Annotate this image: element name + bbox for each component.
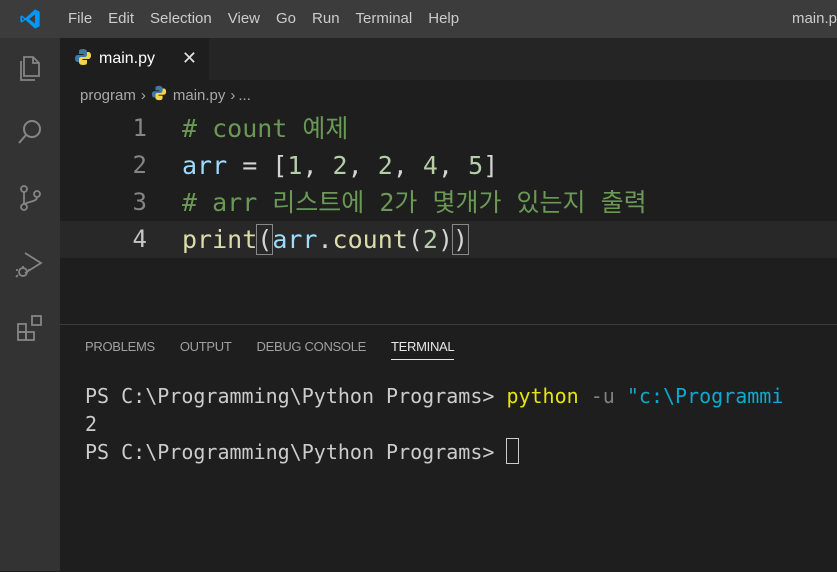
breadcrumb-folder[interactable]: program (80, 87, 136, 104)
code-token: arr (272, 225, 318, 254)
menu-run[interactable]: Run (304, 0, 348, 38)
tab-label: main.py (99, 50, 156, 67)
activity-bar (0, 38, 60, 571)
vscode-logo-icon (0, 0, 60, 38)
explorer-icon[interactable] (0, 38, 60, 98)
menu-view[interactable]: View (220, 0, 268, 38)
bottom-panel: PROBLEMS OUTPUT DEBUG CONSOLE TERMINAL P… (60, 324, 837, 572)
tab-terminal[interactable]: TERMINAL (391, 339, 455, 360)
terminal-line: PS C:\Programming\Python Programs> (85, 438, 783, 466)
code-text[interactable]: arr = [1, 2, 2, 4, 5] (182, 147, 498, 184)
menu-go[interactable]: Go (268, 0, 304, 38)
run-debug-icon[interactable] (0, 234, 60, 294)
line-number: 4 (132, 225, 147, 253)
menu-bar: File Edit Selection View Go Run Terminal… (60, 0, 467, 38)
code-token: arr (182, 151, 228, 180)
code-token: 5 (468, 151, 484, 180)
code-text[interactable]: # count 예제 (182, 110, 348, 147)
close-icon[interactable]: ✕ (182, 48, 197, 68)
search-icon[interactable] (0, 102, 60, 162)
code-token: 2 (332, 151, 348, 180)
terminal-output-text: 2 (85, 412, 98, 436)
python-file-icon (151, 85, 167, 105)
line-number: 3 (132, 188, 147, 216)
code-line: 1 # count 예제 (60, 110, 837, 147)
terminal-prompt: PS C:\Programming\Python Programs> (85, 440, 507, 464)
menu-edit[interactable]: Edit (100, 0, 142, 38)
extensions-icon[interactable] (0, 298, 60, 358)
code-token: , (437, 151, 469, 180)
terminal-path-arg: "c:\Programmi (626, 384, 784, 408)
code-token: = [ (227, 151, 288, 180)
code-token: print (182, 225, 258, 254)
line-number: 1 (132, 114, 147, 142)
code-line-current: 4 print(arr.count(2)) (60, 221, 837, 258)
code-token: . (317, 225, 333, 254)
code-line: 3 # arr 리스트에 2가 몇개가 있는지 출력 (60, 184, 837, 221)
code-token: 4 (422, 151, 438, 180)
panel-tabs: PROBLEMS OUTPUT DEBUG CONSOLE TERMINAL (85, 339, 479, 360)
window-title: main.p (791, 10, 837, 27)
menu-help[interactable]: Help (420, 0, 467, 38)
code-token: , (347, 151, 378, 180)
editor-tab-bar: main.py ✕ (60, 38, 837, 80)
breadcrumb-file[interactable]: main.py (173, 87, 226, 104)
tab-output[interactable]: OUTPUT (180, 339, 232, 360)
menu-file[interactable]: File (60, 0, 100, 38)
line-number: 2 (132, 151, 147, 179)
terminal-cursor (506, 438, 520, 464)
code-token: , (302, 151, 333, 180)
code-token: ( (256, 224, 274, 255)
code-token: ( (407, 225, 423, 254)
tab-debug-console[interactable]: DEBUG CONSOLE (257, 339, 367, 360)
terminal-flag: -u (578, 384, 627, 408)
code-token: 2 (422, 225, 438, 254)
breadcrumb-more[interactable]: ... (238, 87, 251, 104)
code-comment: # count 예제 (182, 114, 349, 143)
terminal-line: 2 (85, 410, 783, 438)
python-file-icon (74, 48, 92, 71)
code-token: ) (451, 224, 470, 255)
terminal-output[interactable]: PS C:\Programming\Python Programs> pytho… (85, 382, 783, 466)
tab-main-py[interactable]: main.py ✕ (60, 38, 209, 80)
code-comment: # arr 리스트에 2가 몇개가 있는지 출력 (182, 188, 647, 217)
code-token: count (332, 225, 408, 254)
source-control-icon[interactable] (0, 168, 60, 228)
code-text[interactable]: # arr 리스트에 2가 몇개가 있는지 출력 (182, 184, 647, 221)
terminal-prompt: PS C:\Programming\Python Programs> (85, 384, 507, 408)
tab-problems[interactable]: PROBLEMS (85, 339, 155, 360)
code-token: ) (437, 225, 453, 254)
menu-selection[interactable]: Selection (142, 0, 220, 38)
code-text[interactable]: print(arr.count(2)) (182, 221, 470, 258)
code-token: , (392, 151, 423, 180)
title-bar: File Edit Selection View Go Run Terminal… (0, 0, 837, 38)
chevron-right-icon: › (230, 86, 236, 104)
code-line: 2 arr = [1, 2, 2, 4, 5] (60, 147, 837, 184)
code-editor[interactable]: 1 # count 예제 2 arr = [1, 2, 2, 4, 5] 3 #… (60, 110, 837, 324)
menu-terminal[interactable]: Terminal (348, 0, 421, 38)
terminal-line: PS C:\Programming\Python Programs> pytho… (85, 382, 783, 410)
breadcrumb: program › main.py › ... (60, 80, 837, 110)
chevron-right-icon: › (140, 86, 146, 104)
code-token: ] (483, 151, 499, 180)
terminal-command: python (506, 384, 579, 408)
code-token: 1 (287, 151, 303, 180)
code-token: 2 (377, 151, 393, 180)
